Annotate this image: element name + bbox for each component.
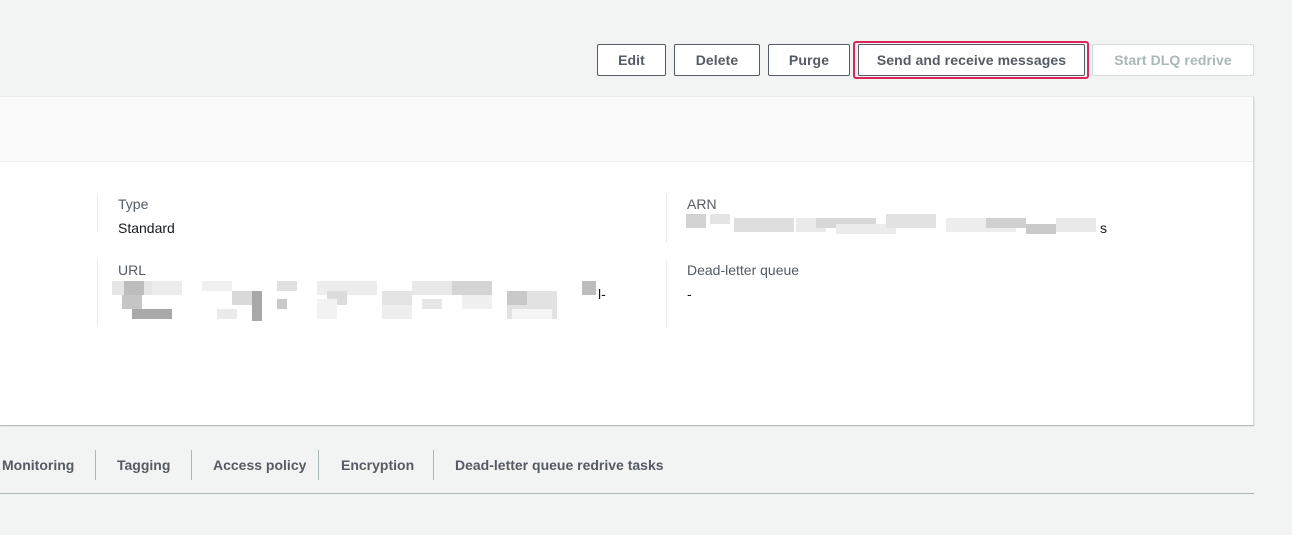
queue-actions-toolbar: Edit Delete Purge Send and receive messa…: [0, 41, 1292, 79]
dead-letter-queue-value: -: [687, 286, 692, 302]
details-panel: Type Standard URL l- ARN s Dead-letter q…: [0, 96, 1254, 425]
dlq-column-divider: [666, 259, 687, 327]
arn-column-divider: [666, 194, 687, 242]
url-redacted-value: [112, 281, 598, 323]
tabs-underline: [0, 493, 1254, 494]
start-dlq-redrive-button: Start DLQ redrive: [1092, 44, 1254, 76]
type-label: Type: [118, 196, 149, 212]
tab-divider: [433, 450, 434, 480]
tab-access-policy[interactable]: Access policy: [213, 447, 306, 483]
tab-encryption[interactable]: Encryption: [341, 447, 414, 483]
delete-button[interactable]: Delete: [674, 44, 760, 76]
tab-monitoring[interactable]: Monitoring: [2, 447, 74, 483]
url-value-suffix: l-: [598, 286, 606, 302]
url-label: URL: [118, 262, 147, 278]
arn-redacted-value: [686, 214, 1100, 238]
dead-letter-queue-label: Dead-letter queue: [687, 262, 800, 278]
tab-divider: [95, 450, 96, 480]
queue-detail-tabs: Monitoring Tagging Access policy Encrypt…: [0, 447, 1254, 483]
arn-value-suffix: s: [1100, 220, 1107, 236]
highlight-outline: [853, 41, 1089, 79]
edit-button[interactable]: Edit: [597, 44, 666, 76]
details-panel-header: [0, 97, 1253, 162]
tab-divider: [191, 450, 192, 480]
arn-label: ARN: [687, 196, 717, 212]
type-value: Standard: [118, 220, 175, 236]
tab-tagging[interactable]: Tagging: [117, 447, 170, 483]
purge-button[interactable]: Purge: [768, 44, 850, 76]
tab-dead-letter-queue-redrive-tasks[interactable]: Dead-letter queue redrive tasks: [455, 447, 664, 483]
type-column-divider: [97, 194, 118, 232]
tab-divider: [318, 450, 319, 480]
